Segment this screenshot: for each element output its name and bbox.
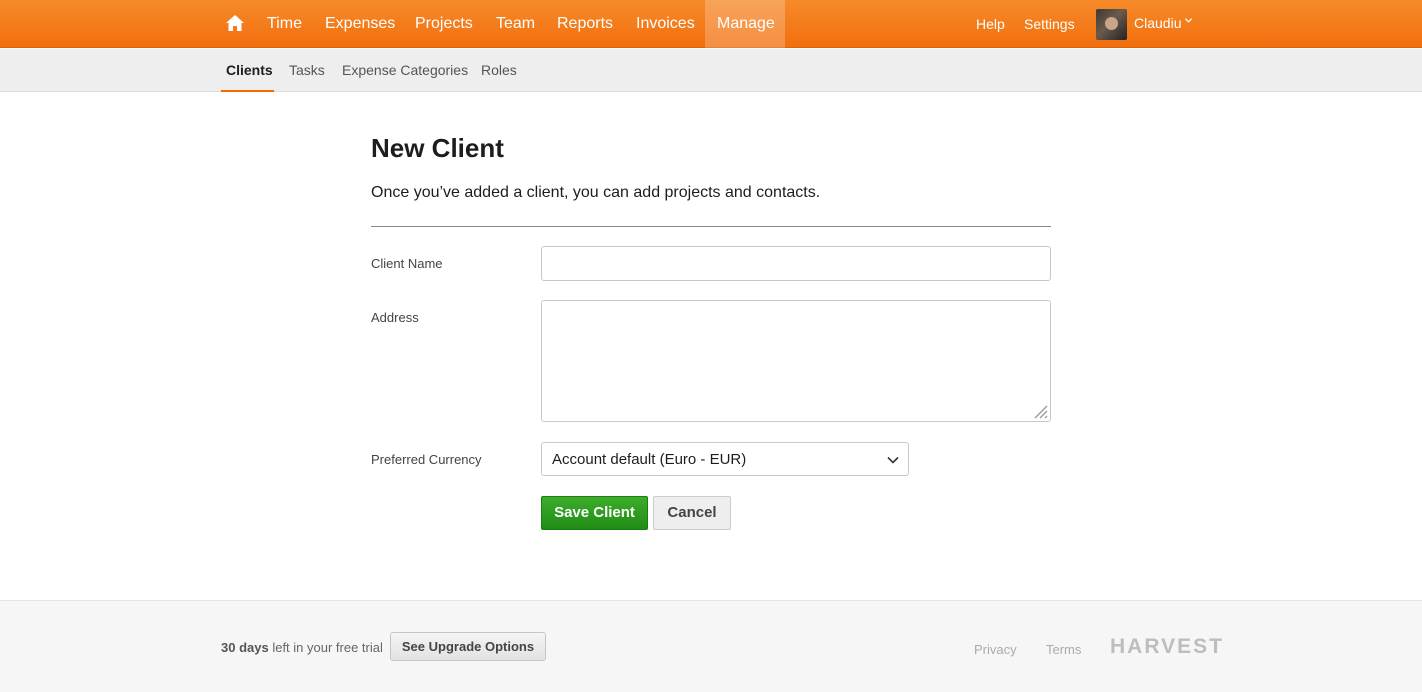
user-menu-name[interactable]: Claudiu (1134, 15, 1181, 31)
settings-link[interactable]: Settings (1024, 0, 1075, 48)
subnav-item-roles[interactable]: Roles (476, 49, 522, 92)
help-link[interactable]: Help (976, 0, 1005, 48)
currency-select[interactable]: Account default (Euro - EUR) (541, 442, 909, 476)
chevron-down-icon[interactable] (1184, 16, 1193, 28)
nav-item-projects[interactable]: Projects (403, 0, 485, 48)
footer: 30 days left in your free trial See Upgr… (0, 600, 1422, 692)
nav-item-expenses[interactable]: Expenses (313, 0, 407, 48)
upgrade-options-button[interactable]: See Upgrade Options (390, 632, 546, 661)
home-icon[interactable] (224, 12, 246, 34)
resize-handle-icon[interactable] (1030, 401, 1048, 419)
divider (371, 226, 1051, 227)
trial-days: 30 days (221, 640, 269, 655)
nav-item-reports[interactable]: Reports (545, 0, 625, 48)
trial-text: left in your free trial (272, 640, 383, 655)
nav-item-team[interactable]: Team (484, 0, 547, 48)
client-name-label: Client Name (371, 256, 443, 271)
subnav-item-expense-categories[interactable]: Expense Categories (337, 49, 473, 92)
save-client-button[interactable]: Save Client (541, 496, 648, 530)
client-name-input[interactable] (541, 246, 1051, 281)
address-textarea[interactable] (541, 300, 1051, 422)
subnav-item-clients[interactable]: Clients (221, 49, 274, 92)
trial-notice: 30 days left in your free trial (221, 640, 383, 655)
cancel-button[interactable]: Cancel (653, 496, 731, 530)
avatar[interactable] (1096, 9, 1127, 40)
privacy-link[interactable]: Privacy (974, 642, 1017, 657)
page-title: New Client (371, 133, 504, 163)
nav-item-time[interactable]: Time (255, 0, 314, 48)
nav-item-invoices[interactable]: Invoices (624, 0, 707, 48)
currency-label: Preferred Currency (371, 452, 482, 467)
subnav-item-tasks[interactable]: Tasks (284, 49, 330, 92)
nav-item-manage[interactable]: Manage (705, 0, 785, 48)
terms-link[interactable]: Terms (1046, 642, 1081, 657)
intro-text: Once you’ve added a client, you can add … (371, 184, 821, 201)
chevron-down-icon (886, 453, 900, 467)
address-label: Address (371, 310, 419, 325)
currency-select-value: Account default (Euro - EUR) (552, 451, 747, 468)
harvest-logo[interactable]: HARVEST (1110, 635, 1224, 659)
sub-navigation: Clients Tasks Expense Categories Roles (0, 49, 1422, 92)
top-navigation: Time Expenses Projects Team Reports Invo… (0, 0, 1422, 48)
